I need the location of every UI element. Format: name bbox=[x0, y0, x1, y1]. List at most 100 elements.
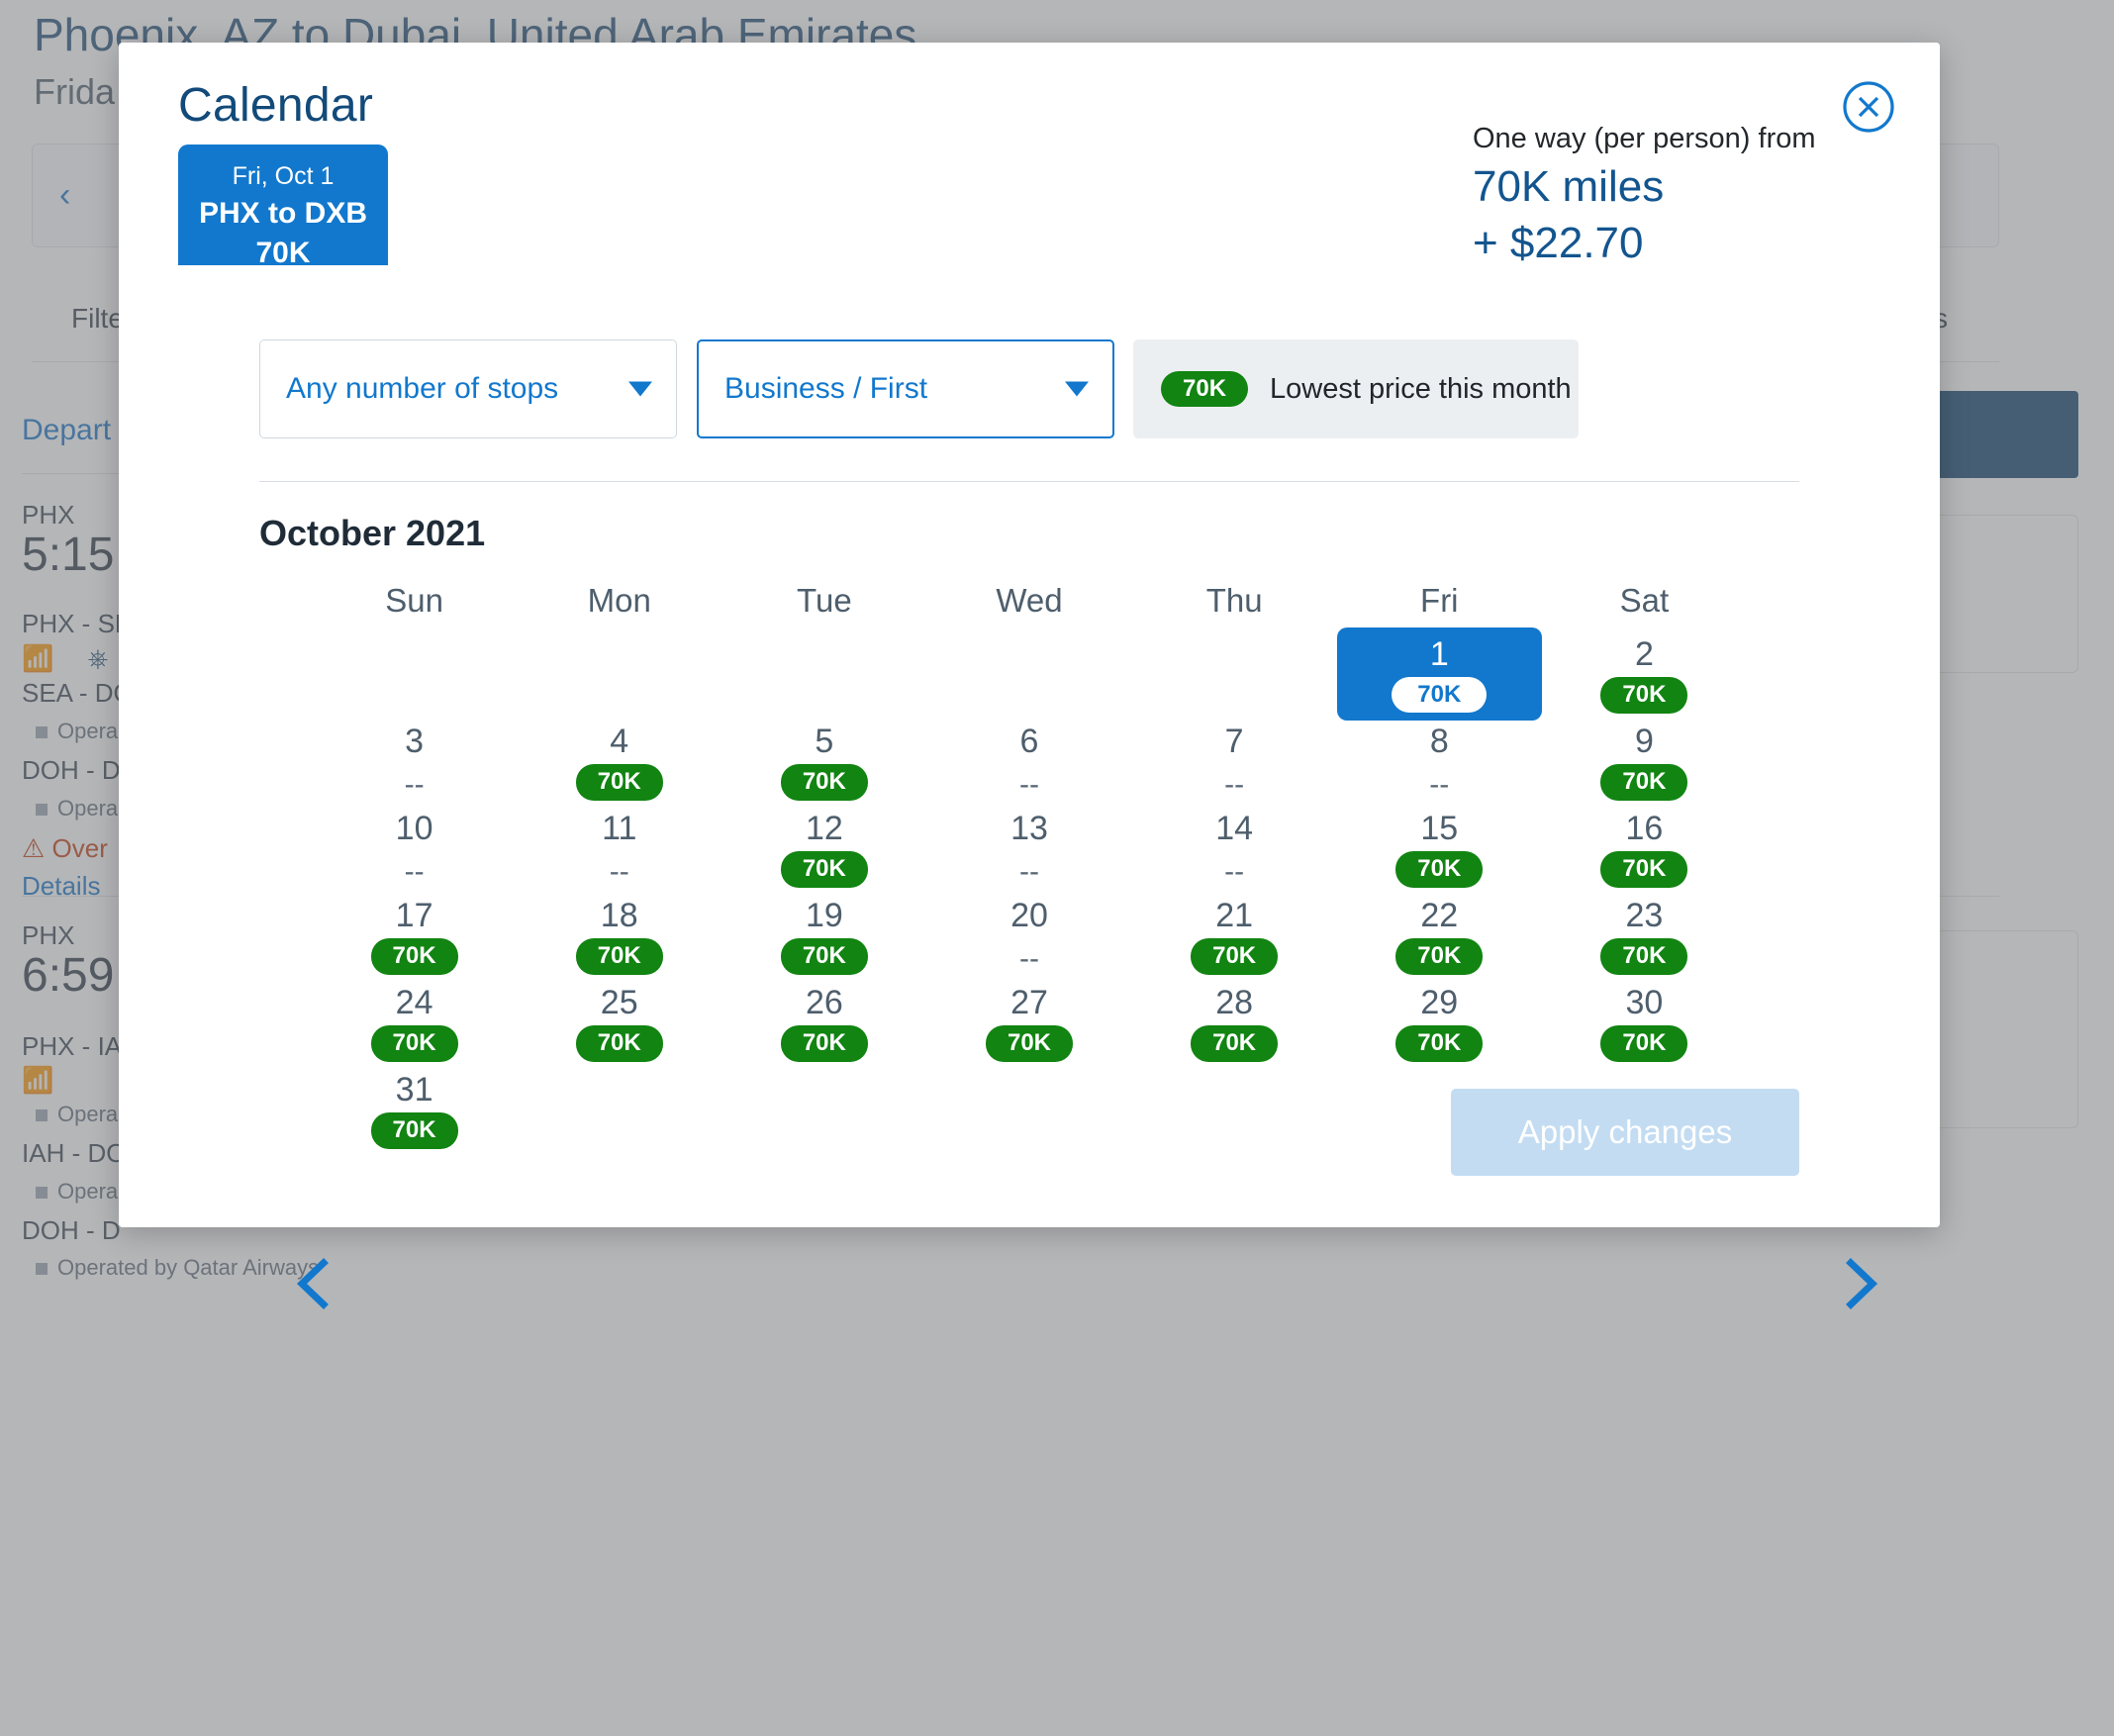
calendar-day-number: 12 bbox=[806, 810, 843, 847]
chevron-down-icon bbox=[628, 382, 652, 397]
calendar-day-no-price: -- bbox=[1019, 857, 1039, 887]
calendar-week-row: 2470K2570K2670K2770K2870K2970K3070K bbox=[312, 984, 1747, 1071]
calendar-empty-cell bbox=[517, 635, 721, 723]
calendar-day-price-badge: 70K bbox=[1600, 851, 1687, 888]
calendar-day-number: 7 bbox=[1225, 723, 1244, 760]
calendar-day-price-badge: 70K bbox=[576, 764, 663, 801]
calendar-day[interactable]: 8-- bbox=[1337, 723, 1542, 810]
calendar-day[interactable]: 1870K bbox=[517, 897, 721, 984]
price-summary-fee: + $22.70 bbox=[1473, 215, 1829, 271]
calendar-day-number: 6 bbox=[1020, 723, 1039, 760]
leg-date: Fri, Oct 1 bbox=[178, 161, 388, 192]
calendar-day[interactable]: 7-- bbox=[1132, 723, 1337, 810]
calendar-day[interactable]: 1670K bbox=[1542, 810, 1747, 897]
calendar-day-price-badge: 70K bbox=[781, 764, 868, 801]
apply-changes-button[interactable]: Apply changes bbox=[1451, 1089, 1799, 1176]
calendar-day-no-price: -- bbox=[1019, 944, 1039, 974]
chevron-right-icon[interactable] bbox=[1839, 1255, 1882, 1312]
calendar-day[interactable]: 2670K bbox=[721, 984, 926, 1071]
calendar-empty-cell bbox=[1132, 1071, 1337, 1158]
calendar-day-price-badge: 70K bbox=[576, 1025, 663, 1062]
calendar-day[interactable]: 270K bbox=[1542, 635, 1747, 723]
calendar-day-price-badge: 70K bbox=[371, 938, 458, 975]
calendar-day[interactable]: 3-- bbox=[312, 723, 517, 810]
calendar-day-selected[interactable]: 170K bbox=[1337, 627, 1542, 721]
calendar-day-number: 17 bbox=[396, 897, 433, 934]
calendar-day-price-badge: 70K bbox=[576, 938, 663, 975]
calendar-day-name: Tue bbox=[721, 582, 926, 635]
close-icon[interactable] bbox=[1841, 79, 1896, 135]
calendar-day-number: 21 bbox=[1215, 897, 1253, 934]
calendar-day[interactable]: 11 -- bbox=[517, 810, 721, 897]
calendar-day-no-price: -- bbox=[610, 857, 629, 887]
calendar-filters: Any number of stops Business / First 70K… bbox=[259, 339, 1799, 438]
legend-label: Lowest price this month bbox=[1270, 373, 1572, 406]
calendar-day-name: Thu bbox=[1132, 582, 1337, 635]
cabin-filter-select[interactable]: Business / First bbox=[697, 339, 1114, 438]
calendar-week-row: 10--11--1270K13--14--1570K1670K bbox=[312, 810, 1747, 897]
calendar-empty-cell bbox=[517, 1071, 721, 1158]
calendar-day-number: 2 bbox=[1635, 635, 1654, 673]
calendar-day-no-price: -- bbox=[1224, 857, 1244, 887]
calendar-empty-cell bbox=[926, 1071, 1131, 1158]
calendar-day-name: Mon bbox=[517, 582, 721, 635]
calendar-day[interactable]: 10-- bbox=[312, 810, 517, 897]
legend-price-badge: 70K bbox=[1161, 371, 1248, 408]
calendar-day-price-badge: 70K bbox=[781, 938, 868, 975]
calendar-day-number: 9 bbox=[1635, 723, 1654, 760]
calendar-day-number: 18 bbox=[601, 897, 638, 934]
calendar-day-number: 14 bbox=[1215, 810, 1253, 847]
calendar-day[interactable]: 20-- bbox=[926, 897, 1131, 984]
calendar-day-price-badge: 70K bbox=[986, 1025, 1073, 1062]
calendar-empty-cell bbox=[721, 1071, 926, 1158]
calendar-day-price-badge: 70K bbox=[1600, 764, 1687, 801]
calendar-day[interactable]: 2870K bbox=[1132, 984, 1337, 1071]
calendar-day[interactable]: 1570K bbox=[1337, 810, 1542, 897]
calendar-day-price-badge: 70K bbox=[1392, 677, 1487, 714]
calendar-day-number: 11 bbox=[602, 810, 636, 847]
calendar-day-number: 8 bbox=[1430, 723, 1449, 760]
chevron-left-icon[interactable] bbox=[292, 1255, 336, 1312]
modal-body: Any number of stops Business / First 70K… bbox=[119, 265, 1940, 1227]
chevron-down-icon bbox=[1065, 382, 1089, 397]
calendar-day-number: 24 bbox=[396, 984, 433, 1021]
modal-title: Calendar bbox=[178, 78, 373, 133]
calendar-day[interactable]: 3170K bbox=[312, 1071, 517, 1158]
calendar-week-row: 170K270K bbox=[312, 635, 1747, 723]
calendar-day[interactable]: 3070K bbox=[1542, 984, 1747, 1071]
calendar-modal: Calendar Fri, Oct 1 PHX to DXB 70K One w… bbox=[119, 43, 1940, 1227]
stops-filter-select[interactable]: Any number of stops bbox=[259, 339, 677, 438]
calendar-day[interactable]: 2570K bbox=[517, 984, 721, 1071]
calendar-empty-cell bbox=[721, 635, 926, 723]
calendar-day[interactable]: 470K bbox=[517, 723, 721, 810]
calendar-day-price-badge: 70K bbox=[1600, 938, 1687, 975]
calendar-day[interactable]: 2370K bbox=[1542, 897, 1747, 984]
calendar-day[interactable]: 2970K bbox=[1337, 984, 1542, 1071]
calendar-weeks: 170K270K3--470K570K6--7--8--970K10--11--… bbox=[312, 635, 1747, 1158]
calendar-grid: SunMonTueWedThuFriSat 170K270K3--470K570… bbox=[312, 582, 1747, 1158]
calendar-day[interactable]: 2470K bbox=[312, 984, 517, 1071]
calendar-day[interactable]: 2770K bbox=[926, 984, 1131, 1071]
calendar-day[interactable]: 13-- bbox=[926, 810, 1131, 897]
calendar-day[interactable]: 2170K bbox=[1132, 897, 1337, 984]
leg-route: PHX to DXB bbox=[178, 192, 388, 236]
flight-leg-tab[interactable]: Fri, Oct 1 PHX to DXB 70K bbox=[178, 145, 388, 271]
calendar-day-price-badge: 70K bbox=[1191, 1025, 1278, 1062]
calendar-day[interactable]: 2270K bbox=[1337, 897, 1542, 984]
calendar-day-number: 23 bbox=[1626, 897, 1664, 934]
month-title: October 2021 bbox=[259, 513, 485, 554]
stops-filter-value: Any number of stops bbox=[286, 372, 558, 406]
calendar-day-no-price: -- bbox=[405, 857, 425, 887]
calendar-day[interactable]: 14 -- bbox=[1132, 810, 1337, 897]
calendar-day[interactable]: 970K bbox=[1542, 723, 1747, 810]
calendar-day[interactable]: 1770K bbox=[312, 897, 517, 984]
calendar-day-number: 30 bbox=[1626, 984, 1664, 1021]
calendar-day[interactable]: 1270K bbox=[721, 810, 926, 897]
calendar-day-number: 26 bbox=[806, 984, 843, 1021]
calendar-day[interactable]: 1970K bbox=[721, 897, 926, 984]
calendar-day-name: Sat bbox=[1542, 582, 1747, 635]
calendar-day-name: Sun bbox=[312, 582, 517, 635]
calendar-day-number: 5 bbox=[815, 723, 833, 760]
calendar-day[interactable]: 6-- bbox=[926, 723, 1131, 810]
calendar-day[interactable]: 570K bbox=[721, 723, 926, 810]
